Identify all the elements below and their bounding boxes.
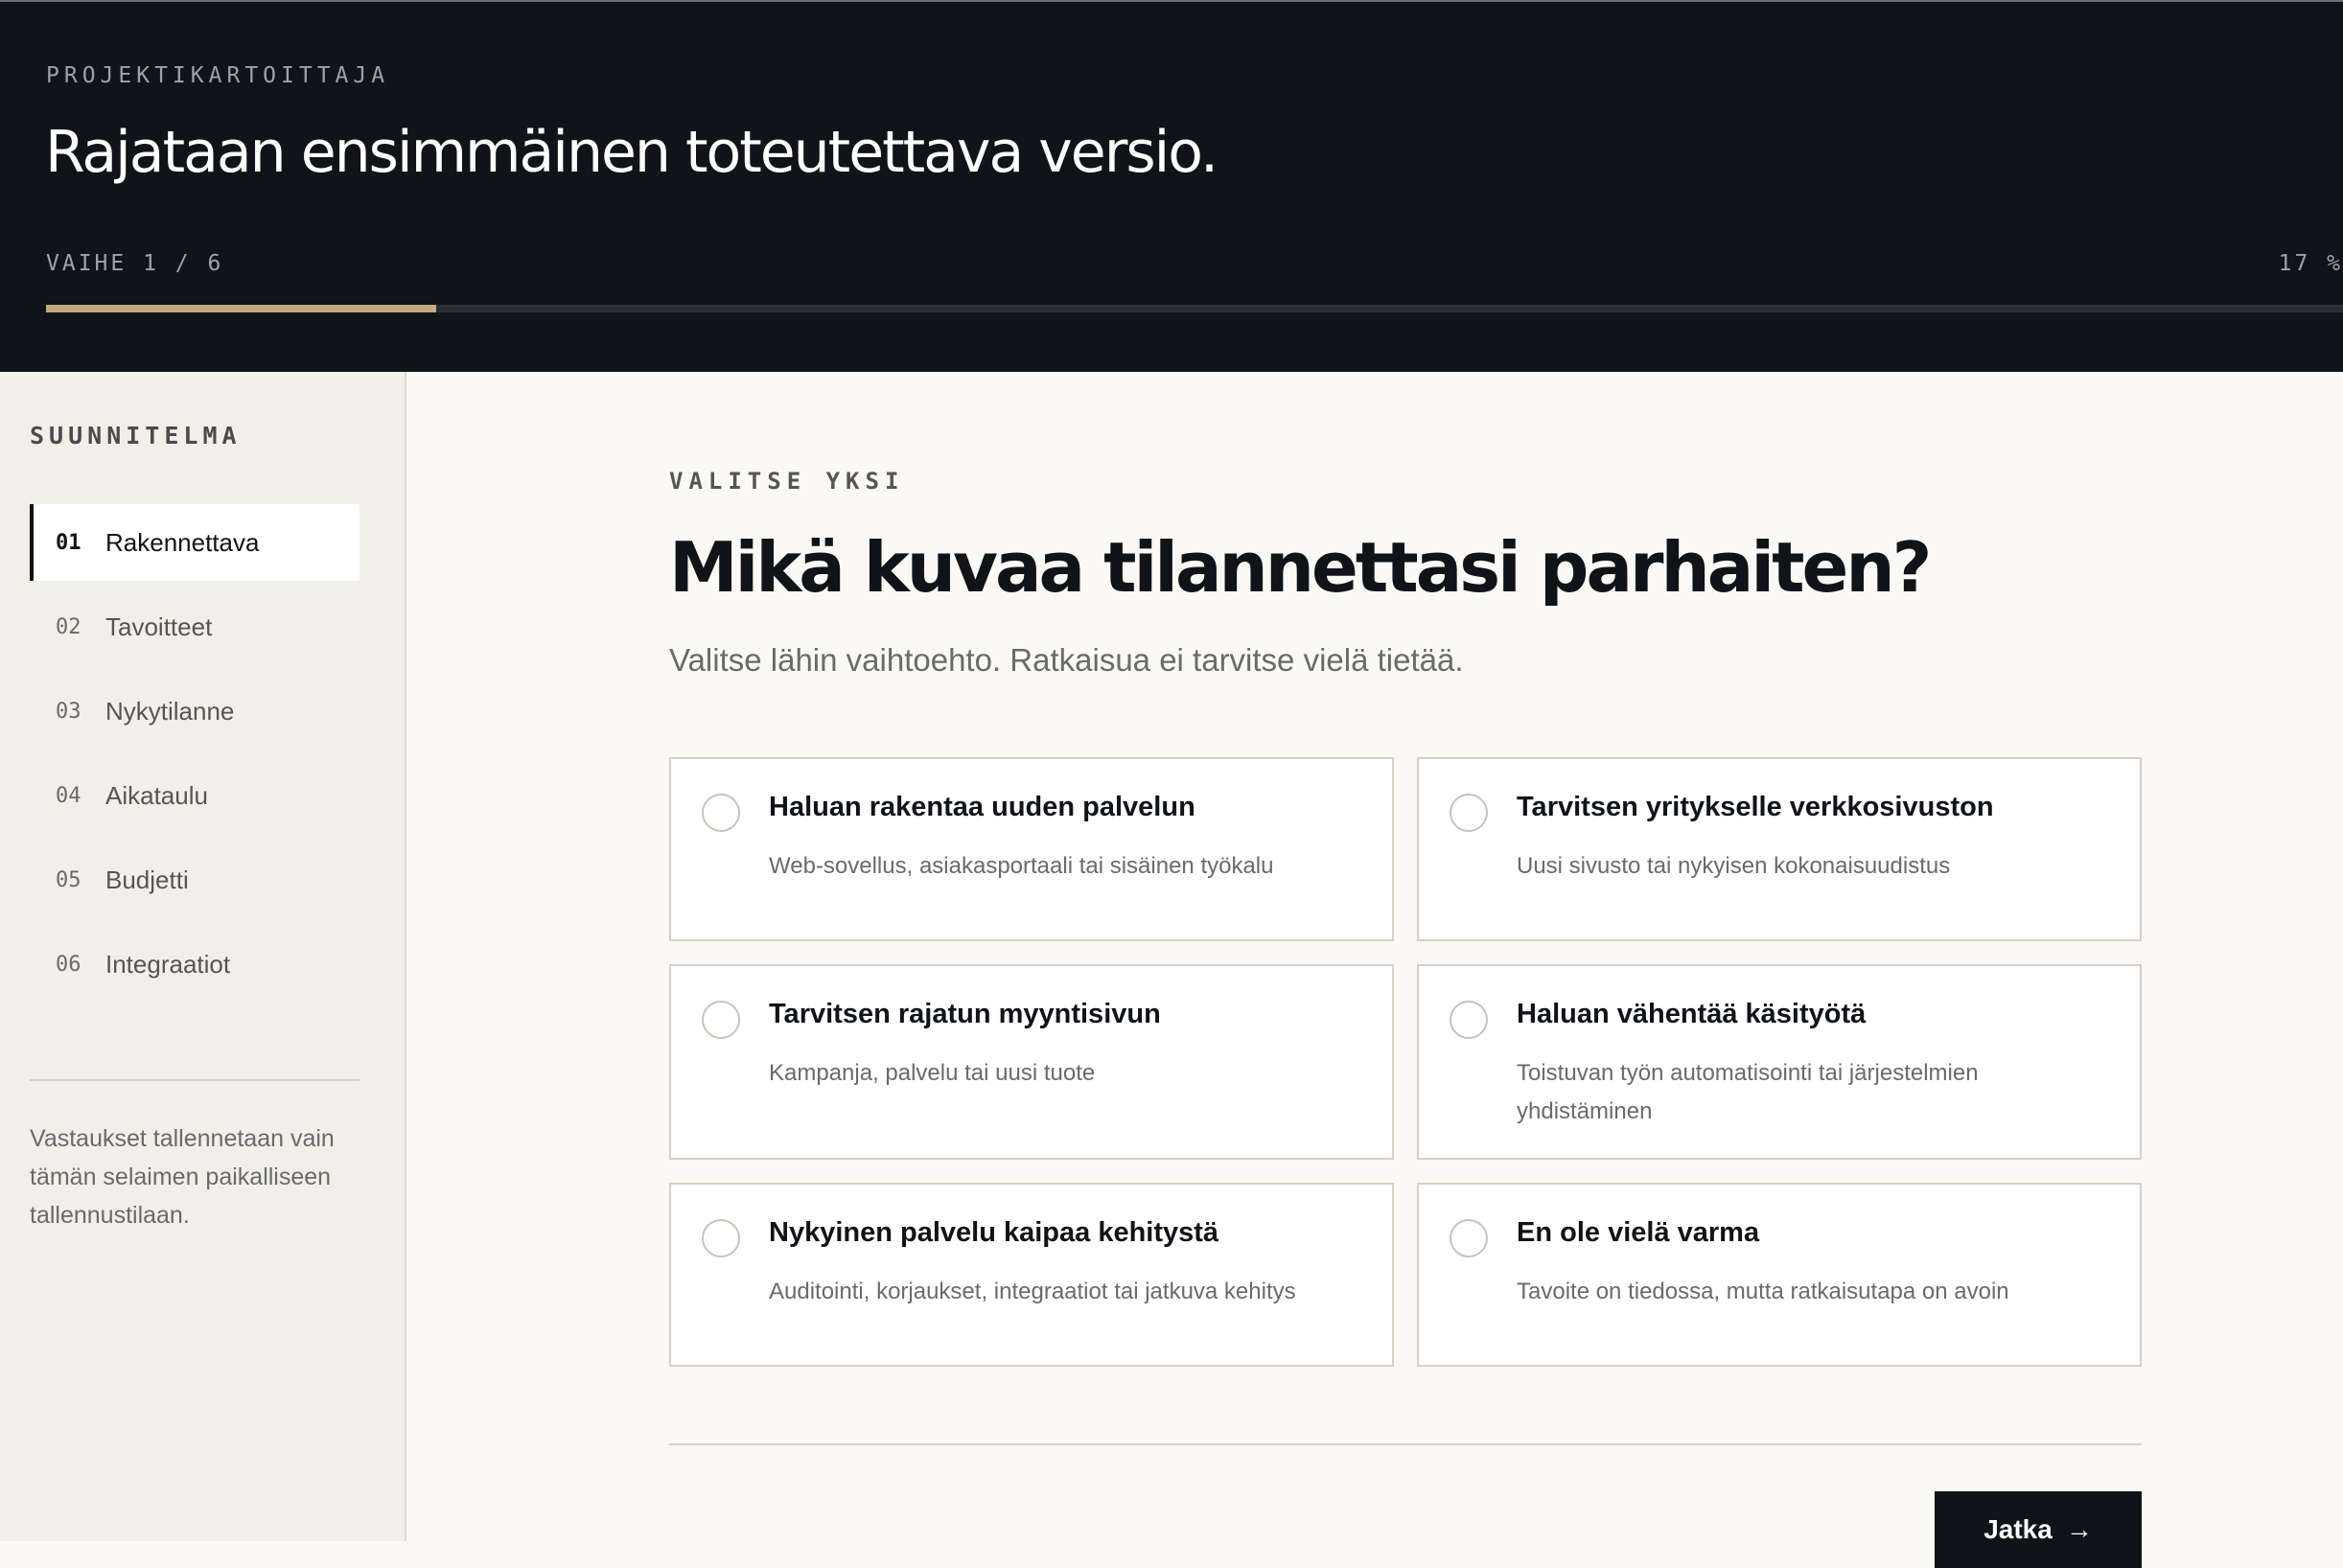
storage-note: Vastaukset tallennetaan vain tämän selai… [30,1125,335,1229]
content-divider [669,1443,2142,1445]
sidebar-item-tavoitteet[interactable]: 02 Tavoitteet [30,588,360,665]
sidebar-item-label: Budjetti [105,865,189,894]
arrow-right-icon: → [2065,1514,2093,1544]
option-title: Tarvitsen yritykselle verkkosivuston [1517,792,1994,822]
sidebar-item-nykytilanne[interactable]: 03 Nykytilanne [30,673,360,749]
option-title: Haluan vähentää käsityötä [1517,999,1867,1029]
continue-label: Jatka [1983,1514,2053,1544]
option-card-automation[interactable]: Haluan vähentää käsityötä Toistuvan työn… [1417,964,2142,1160]
option-title: En ole vielä varma [1517,1217,1760,1248]
option-card-improve-service[interactable]: Nykyinen palvelu kaipaa kehitystä Audito… [669,1183,1394,1367]
step-nav: 01 Rakennettava 02 Tavoitteet 03 Nykytil… [30,504,360,1010]
option-description: Uusi sivusto tai nykyisen kokonaisuudist… [1517,853,1951,879]
option-description: Toistuvan työn automatisointi tai järjes… [1517,1060,1979,1124]
radio-button[interactable] [702,1219,740,1257]
sidebar-item-label: Rakennettava [105,527,260,557]
step-number: 02 [56,614,81,639]
option-card-not-sure[interactable]: En ole vielä varma Tavoite on tiedossa, … [1417,1183,2142,1367]
step-number: 01 [56,530,81,555]
sidebar-item-rakennettava[interactable]: 01 Rakennettava [30,504,360,581]
progress-percent: 17 % [2278,251,2343,276]
radio-button[interactable] [702,1001,740,1039]
step-number: 06 [56,952,81,977]
radio-button[interactable] [1450,794,1488,832]
sidebar-item-aikataulu[interactable]: 04 Aikataulu [30,757,360,834]
step-number: 04 [56,783,81,808]
question-subtitle: Valitse lähin vaihtoehto. Ratkaisua ei t… [669,642,1464,678]
sidebar-item-label: Nykytilanne [105,696,235,726]
radio-button[interactable] [1450,1219,1488,1257]
option-description: Tavoite on tiedossa, mutta ratkaisutapa … [1517,1279,2009,1304]
app-eyebrow: PROJEKTIKARTOITTAJA [46,63,390,88]
radio-button[interactable] [702,794,740,832]
option-description: Auditointi, korjaukset, integraatiot tai… [769,1279,1296,1304]
option-card-sales-page[interactable]: Tarvitsen rajatun myyntisivun Kampanja, … [669,964,1394,1160]
sidebar-divider [30,1079,360,1081]
continue-button[interactable]: Jatka → [1935,1491,2142,1568]
question-heading: Mikä kuvaa tilannettasi parhaiten? [669,527,1932,608]
option-title: Haluan rakentaa uuden palvelun [769,792,1195,822]
option-card-new-service[interactable]: Haluan rakentaa uuden palvelun Web-sovel… [669,757,1394,941]
step-indicator: VAIHE 1 / 6 [46,251,224,276]
sidebar-item-budjetti[interactable]: 05 Budjetti [30,842,360,918]
option-description: Web-sovellus, asiakasportaali tai sisäin… [769,853,1274,879]
progress-bar [46,305,2343,312]
option-description: Kampanja, palvelu tai uusi tuote [769,1060,1096,1086]
radio-button[interactable] [1450,1001,1488,1039]
question-kicker: VALITSE YKSI [669,468,905,495]
step-number: 03 [56,699,81,724]
step-number: 05 [56,867,81,892]
option-title: Tarvitsen rajatun myyntisivun [769,999,1161,1029]
sidebar-item-integraatiot[interactable]: 06 Integraatiot [30,926,360,1003]
sidebar: SUUNNITELMA 01 Rakennettava 02 Tavoittee… [0,372,406,1541]
sidebar-item-label: Integraatiot [105,949,231,979]
sidebar-item-label: Tavoitteet [105,611,213,641]
page-header: PROJEKTIKARTOITTAJA Rajataan ensimmäinen… [0,0,2343,372]
option-card-website[interactable]: Tarvitsen yritykselle verkkosivuston Uus… [1417,757,2142,941]
progress-bar-fill [46,305,437,312]
page-title: Rajataan ensimmäinen toteutettava versio… [45,119,1218,186]
option-title: Nykyinen palvelu kaipaa kehitystä [769,1217,1219,1248]
sidebar-title: SUUNNITELMA [30,422,242,450]
sidebar-item-label: Aikataulu [105,780,208,810]
